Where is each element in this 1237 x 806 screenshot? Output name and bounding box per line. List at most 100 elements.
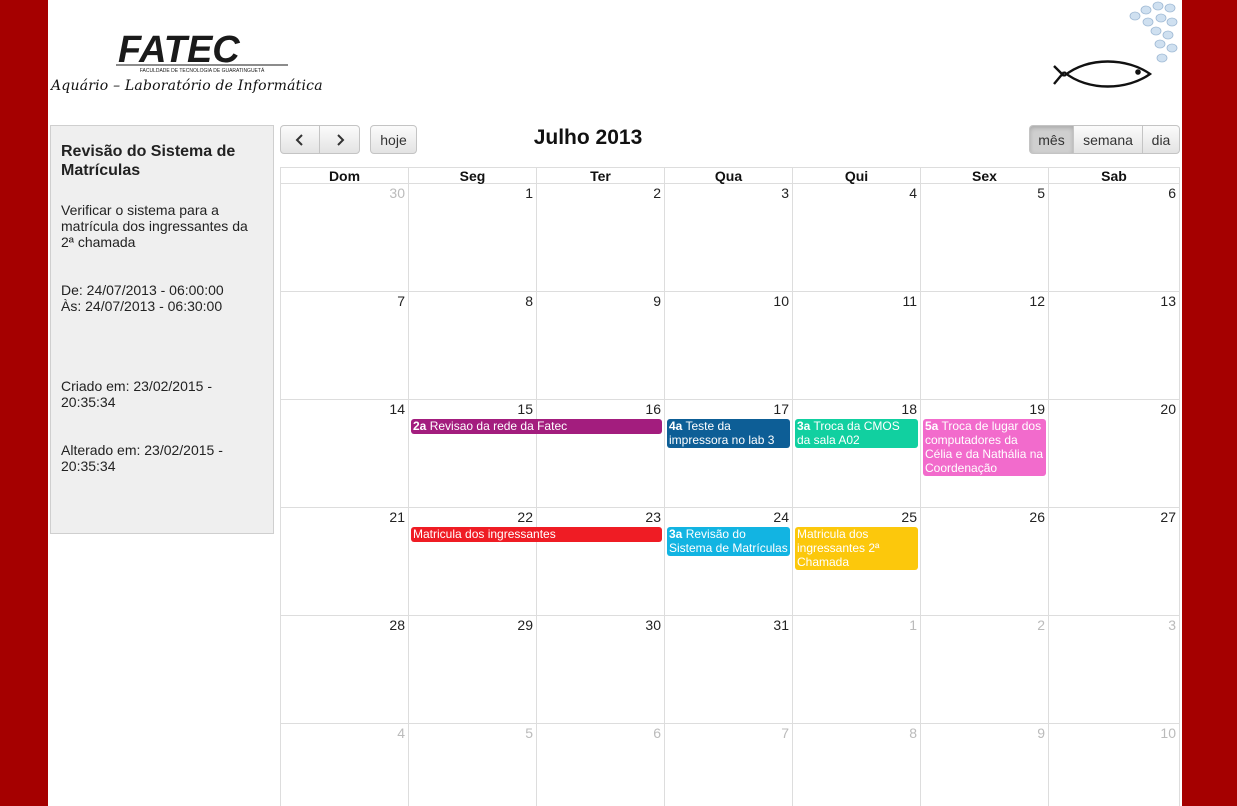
day-cell[interactable]: 11	[792, 292, 920, 400]
day-cell[interactable]: 28	[280, 616, 408, 724]
event-details-panel: Revisão do Sistema de Matrículas Verific…	[50, 125, 274, 534]
day-cell[interactable]: 20	[1048, 400, 1180, 508]
day-cell[interactable]: 9	[920, 724, 1048, 806]
event-lab-tag: 5a	[925, 419, 939, 433]
day-cell[interactable]: 3	[664, 184, 792, 292]
day-cell[interactable]: 29	[408, 616, 536, 724]
day-number: 6	[653, 725, 661, 741]
day-number: 1	[909, 617, 917, 633]
day-header: Qui	[792, 167, 920, 184]
day-cell[interactable]: 5	[408, 724, 536, 806]
day-cell[interactable]: 23	[536, 508, 664, 616]
day-number: 1	[525, 185, 533, 201]
day-cell[interactable]: 7	[664, 724, 792, 806]
day-number: 2	[1037, 617, 1045, 633]
event-altered: Alterado em: 23/02/2015 - 20:35:34	[61, 442, 223, 474]
day-number: 10	[773, 293, 789, 309]
day-cell[interactable]: 8	[408, 292, 536, 400]
day-number: 5	[525, 725, 533, 741]
day-cell[interactable]: 13	[1048, 292, 1180, 400]
day-cell[interactable]: 12	[920, 292, 1048, 400]
day-view-button[interactable]: dia	[1142, 125, 1180, 154]
day-cell[interactable]: 4	[792, 184, 920, 292]
week-row: 4 5 6 7 8 9 10	[280, 724, 1180, 806]
day-cell[interactable]: 18	[792, 400, 920, 508]
day-cell[interactable]: 17	[664, 400, 792, 508]
day-cell[interactable]: 1	[408, 184, 536, 292]
day-cell[interactable]: 7	[280, 292, 408, 400]
day-cell[interactable]: 6	[536, 724, 664, 806]
day-header: Qua	[664, 167, 792, 184]
day-number: 29	[517, 617, 533, 633]
calendar-event[interactable]: 3a Revisão do Sistema de Matrículas	[667, 527, 790, 556]
day-number: 4	[909, 185, 917, 201]
event-lab-tag: 2a	[413, 419, 427, 433]
day-cell[interactable]: 14	[280, 400, 408, 508]
day-number: 23	[645, 509, 661, 525]
day-cell[interactable]: 15	[408, 400, 536, 508]
calendar-event[interactable]: 2a Revisao da rede da Fatec	[411, 419, 662, 434]
day-number: 3	[1168, 617, 1176, 633]
day-cell[interactable]: 16	[536, 400, 664, 508]
calendar-event[interactable]: Matricula dos ingressantes 2ª Chamada	[795, 527, 918, 570]
day-cell[interactable]: 26	[920, 508, 1048, 616]
day-cell[interactable]: 24	[664, 508, 792, 616]
month-calendar: Dom Seg Ter Qua Qui Sex Sab 30 1 2 3 4 5 6 7 8 9 10 11 12 1…	[280, 167, 1180, 806]
day-number: 11	[902, 293, 917, 309]
next-button[interactable]	[319, 125, 360, 154]
event-start: De: 24/07/2013 - 06:00:00	[61, 282, 224, 298]
day-number: 7	[397, 293, 405, 309]
calendar-event[interactable]: 3a Troca da CMOS da sala A02	[795, 419, 918, 448]
day-cell[interactable]: 5	[920, 184, 1048, 292]
event-lab-tag: 4a	[669, 419, 683, 433]
day-cell[interactable]: 8	[792, 724, 920, 806]
today-button[interactable]: hoje	[370, 125, 417, 154]
fish-logo	[1053, 1, 1178, 88]
day-number: 14	[389, 401, 405, 417]
event-title: Teste da impressora no lab 3	[669, 419, 775, 447]
chevron-right-icon	[336, 133, 344, 146]
day-number: 15	[517, 401, 533, 417]
day-cell[interactable]: 30	[280, 184, 408, 292]
day-number: 24	[773, 509, 789, 525]
week-view-button[interactable]: semana	[1073, 125, 1143, 154]
day-number: 9	[1037, 725, 1045, 741]
event-title: Troca de lugar dos computadores da Célia…	[925, 419, 1044, 475]
day-header: Sab	[1048, 167, 1180, 184]
day-cell[interactable]: 31	[664, 616, 792, 724]
week-row: 30 1 2 3 4 5 6	[280, 184, 1180, 292]
day-cell[interactable]: 2	[536, 184, 664, 292]
day-cell[interactable]: 1	[792, 616, 920, 724]
month-view-button[interactable]: mês	[1029, 125, 1074, 154]
day-cell[interactable]: 9	[536, 292, 664, 400]
prev-button[interactable]	[280, 125, 320, 154]
day-cell[interactable]: 3	[1048, 616, 1180, 724]
calendar-event[interactable]: 4a Teste da impressora no lab 3	[667, 419, 790, 448]
day-number: 10	[1160, 725, 1176, 741]
day-header: Seg	[408, 167, 536, 184]
day-cell[interactable]: 30	[536, 616, 664, 724]
day-number: 28	[389, 617, 405, 633]
day-number: 7	[781, 725, 789, 741]
day-number: 16	[645, 401, 661, 417]
day-number: 9	[653, 293, 661, 309]
day-number: 20	[1160, 401, 1176, 417]
calendar-event[interactable]: 5a Troca de lugar dos computadores da Cé…	[923, 419, 1046, 476]
day-cell[interactable]: 22	[408, 508, 536, 616]
event-end: Às: 24/07/2013 - 06:30:00	[61, 298, 223, 314]
day-cell[interactable]: 21	[280, 508, 408, 616]
day-cell[interactable]: 6	[1048, 184, 1180, 292]
day-cell[interactable]: 4	[280, 724, 408, 806]
day-header: Dom	[280, 167, 408, 184]
event-title: Revisao da rede da Fatec	[429, 419, 568, 433]
day-cell[interactable]: 10	[664, 292, 792, 400]
day-cell[interactable]: 27	[1048, 508, 1180, 616]
day-header: Sex	[920, 167, 1048, 184]
day-number: 22	[517, 509, 533, 525]
day-number: 13	[1160, 293, 1176, 309]
fatec-logo-subtext: FACULDADE DE TECNOLOGIA DE GUARATINGUETÁ	[140, 67, 265, 74]
calendar-event[interactable]: Matricula dos ingressantes	[411, 527, 662, 542]
day-number: 6	[1168, 185, 1176, 201]
day-cell[interactable]: 2	[920, 616, 1048, 724]
day-cell[interactable]: 10	[1048, 724, 1180, 806]
